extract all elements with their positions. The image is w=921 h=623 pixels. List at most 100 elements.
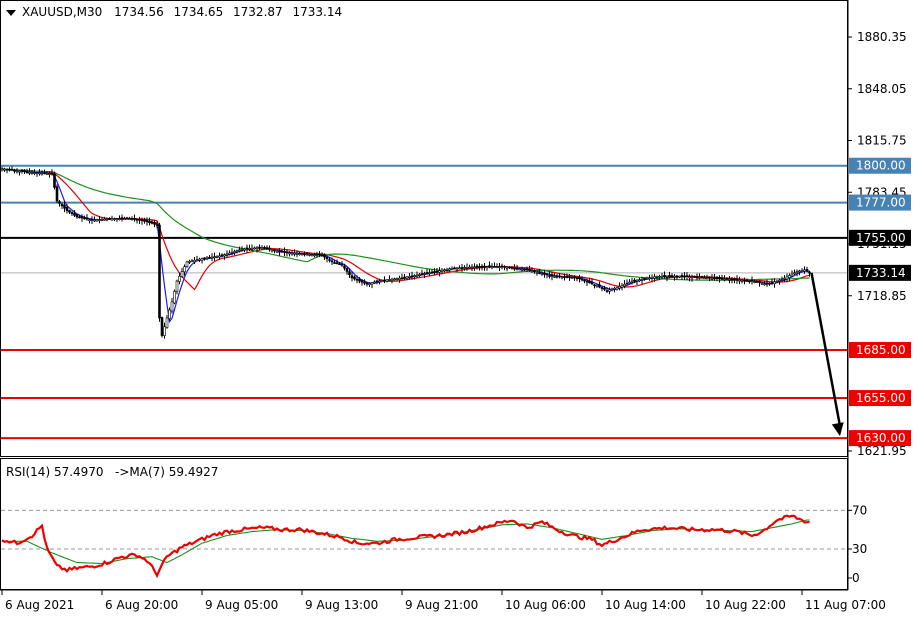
candle-body: [548, 275, 551, 277]
candle-body: [593, 284, 596, 287]
candle-body: [578, 276, 581, 280]
candle-body: [410, 275, 414, 278]
candle-body: [613, 287, 616, 290]
candle-body: [480, 265, 484, 268]
candle-body: [698, 277, 701, 279]
candle-body: [740, 279, 744, 282]
candle-body: [63, 204, 66, 209]
candle-body: [58, 201, 61, 204]
candle-body: [308, 254, 311, 256]
candle-body: [588, 281, 591, 284]
candle-body: [45, 173, 49, 175]
candle-body: [200, 258, 204, 261]
candle-body: [243, 248, 246, 251]
candle-body: [188, 261, 191, 263]
candle-body: [803, 269, 806, 272]
candle-body: [660, 275, 664, 278]
candle-body: [365, 282, 369, 285]
candle-body: [190, 260, 194, 263]
candle-body: [575, 277, 579, 279]
rsi-header: RSI(14) 57.4970 ->MA(7) 59.4927: [6, 465, 218, 479]
candle-body: [643, 277, 646, 280]
candle-body: [353, 276, 356, 280]
candle-body: [433, 271, 436, 273]
candle-body: [428, 272, 431, 274]
candle-body: [88, 219, 91, 221]
candle-body: [263, 247, 266, 249]
candle-body: [203, 257, 206, 260]
time-axis[interactable]: 6 Aug 2021 6 Aug 20:00 9 Aug 05:00 9 Aug 13…: [0, 589, 886, 612]
candle-body: [65, 207, 69, 211]
price-panel[interactable]: XAUUSD,M30 1734.56 1734.65 1732.87 1733.…: [0, 0, 849, 457]
rsi-panel[interactable]: RSI(14) 57.4970 ->MA(7) 59.4927: [0, 458, 849, 590]
price-axis[interactable]: 1880.351848.051815.751783.451751.151718.…: [847, 0, 911, 590]
candle-body: [25, 171, 29, 174]
rsi-axis[interactable]: 70 30 0: [848, 503, 867, 585]
candle-body: [320, 254, 324, 257]
candle-body: [418, 274, 421, 276]
candle-body: [185, 261, 189, 267]
candle-body: [403, 276, 406, 279]
candle-body: [235, 250, 239, 252]
candle-body: [375, 280, 379, 283]
candle-body: [285, 251, 289, 254]
candle-body: [293, 252, 296, 255]
candle-body: [168, 309, 171, 319]
candle-body: [650, 276, 654, 279]
candle-body: [423, 273, 426, 275]
candle-body: [690, 276, 694, 279]
candle-body: [103, 218, 106, 221]
candle-body: [400, 277, 404, 280]
candle-body: [668, 275, 671, 277]
candle-body: [665, 275, 669, 278]
candle-body: [603, 287, 606, 290]
rsi-tick-label: 70: [852, 503, 867, 517]
level-tag-label: 1655.00: [856, 391, 906, 405]
candle-body: [395, 278, 399, 280]
candle-body: [458, 267, 461, 270]
level-tag-label: 1630.00: [856, 431, 906, 445]
candle-body: [758, 281, 761, 283]
candle-body: [540, 273, 544, 276]
candle-body: [778, 279, 781, 282]
candle-body: [95, 219, 99, 222]
candle-body: [20, 169, 24, 172]
candle-body: [8, 169, 11, 171]
candle-body: [610, 288, 614, 291]
candle-body: [145, 220, 149, 223]
candle-body: [248, 248, 251, 250]
time-tick-label: 9 Aug 13:00: [305, 598, 378, 612]
candle-body: [463, 267, 466, 269]
candle-body: [425, 272, 429, 274]
candle-body: [430, 271, 434, 274]
candle-body: [245, 247, 249, 250]
candle-body: [83, 217, 86, 220]
candle-body: [48, 173, 51, 175]
rsi-tick-label: 30: [852, 542, 867, 556]
candle-body: [455, 267, 459, 270]
candle-body: [495, 266, 499, 268]
candle-body: [738, 279, 741, 282]
candle-body: [230, 251, 234, 254]
candle-body: [268, 248, 271, 250]
candle-body: [338, 263, 341, 265]
candle-body: [590, 281, 594, 285]
candle-body: [270, 249, 274, 252]
candle-body: [768, 282, 771, 285]
candle-body: [33, 172, 36, 174]
candle-body: [163, 326, 166, 336]
candle-body: [298, 253, 301, 255]
candle-body: [368, 283, 371, 285]
candle-body: [393, 278, 396, 281]
candle-body: [465, 267, 469, 269]
candle-body: [745, 280, 749, 282]
candle-body: [390, 278, 394, 281]
candle-body: [143, 219, 146, 222]
candle-body: [28, 172, 31, 174]
candle-body: [515, 267, 519, 270]
candle-body: [743, 279, 746, 282]
time-tick-label: 10 Aug 22:00: [705, 598, 786, 612]
candle-body: [615, 287, 619, 290]
candle-body: [733, 278, 736, 281]
candle-body: [355, 278, 359, 281]
